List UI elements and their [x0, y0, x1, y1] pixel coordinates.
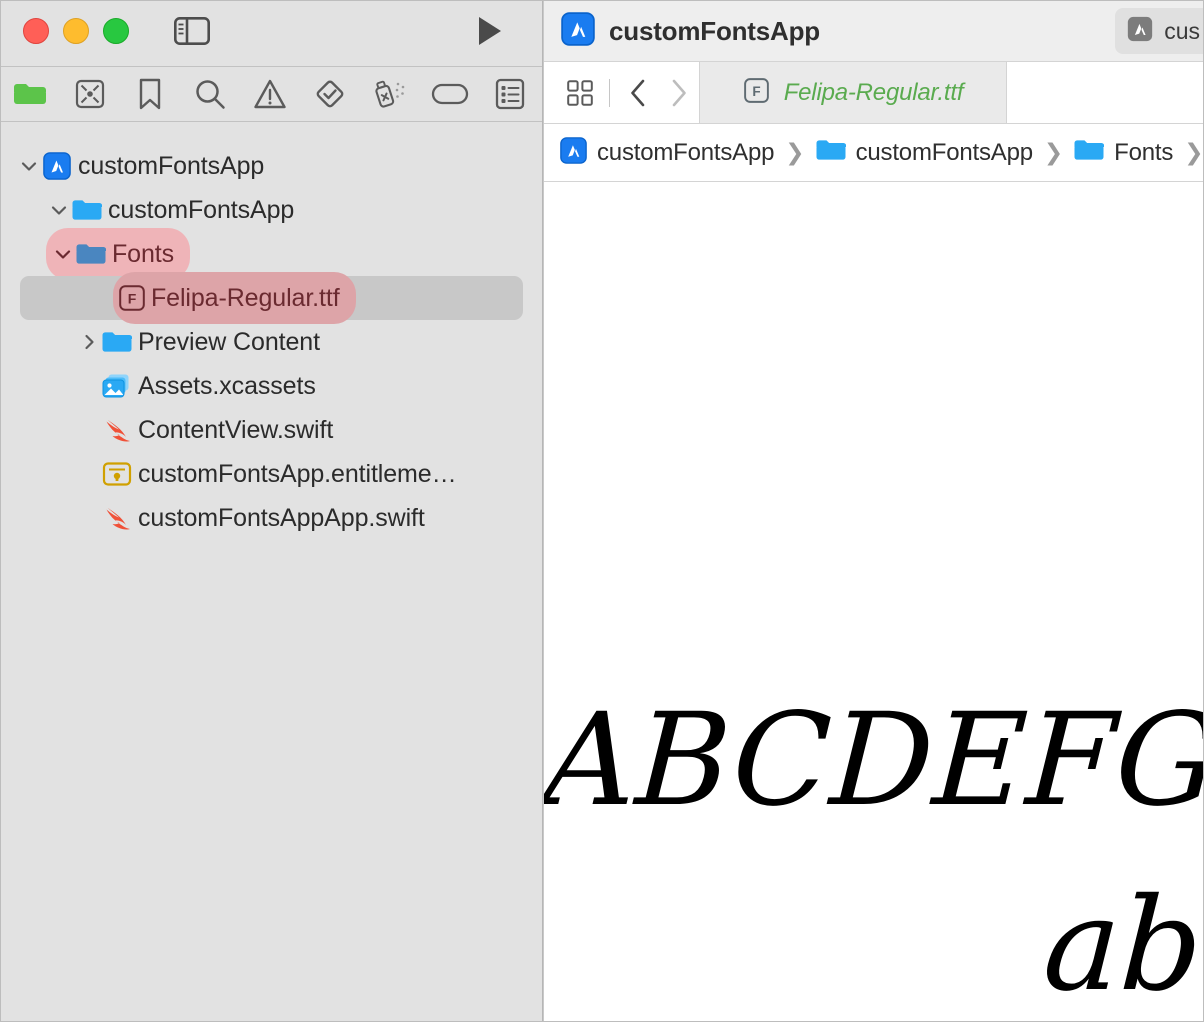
font-file-icon: F [117, 276, 147, 320]
tree-row-fonts-folder[interactable]: Fonts [0, 228, 542, 280]
xcode-window: customFontsApp customFontsApp Fonts F Fe… [0, 0, 1204, 1022]
entitlements-icon [102, 452, 132, 496]
breadcrumb-item-group[interactable]: customFontsApp [816, 138, 1033, 167]
breadcrumb: customFontsApp ❯ customFontsApp ❯ Fonts … [544, 124, 1204, 182]
sidebar-item-bookmark-navigator[interactable] [120, 67, 180, 122]
svg-text:F: F [752, 83, 760, 98]
page-title: customFontsApp [609, 16, 820, 46]
breadcrumb-label: customFontsApp [855, 138, 1033, 166]
xcode-project-icon [561, 12, 595, 51]
chevron-down-icon[interactable] [50, 232, 76, 276]
window-titlebar [0, 0, 542, 67]
xcode-project-icon [42, 144, 72, 188]
blue-folder-icon [1074, 138, 1105, 167]
tree-row-label: customFontsAppApp.swift [138, 503, 425, 532]
navigator-pane: customFontsApp customFontsApp Fonts F Fe… [0, 0, 543, 1022]
xcode-scheme-icon [1127, 16, 1153, 47]
tree-row-label: ContentView.swift [138, 415, 334, 444]
font-preview-canvas: ABCDEFGHIJ abcdefg [544, 182, 1204, 1022]
svg-text:F: F [128, 291, 137, 307]
multipane-grid-icon[interactable] [560, 62, 601, 123]
tree-row-customfontsappapp-swift[interactable]: customFontsAppApp.swift [0, 496, 542, 540]
chevron-down-icon[interactable] [46, 188, 72, 232]
scheme-name-label: cus [1164, 17, 1200, 44]
tree-row-label: customFontsApp [78, 151, 265, 180]
sidebar-item-source-control-navigator[interactable] [60, 67, 120, 122]
tree-row-label: customFontsApp.entitleme… [138, 459, 457, 488]
editor-titlebar: customFontsApp cus [544, 0, 1204, 62]
breadcrumb-label: Fonts [1114, 138, 1174, 166]
tab-felipa-regular-ttf[interactable]: F Felipa-Regular.ttf [699, 62, 1007, 123]
blue-folder-icon [72, 188, 102, 232]
chevron-right-icon[interactable] [658, 62, 699, 123]
assets-catalog-icon [102, 364, 132, 408]
chevron-down-icon[interactable] [16, 144, 42, 188]
breadcrumb-item-fonts[interactable]: Fonts [1074, 138, 1173, 167]
sidebar-item-test-navigator[interactable] [300, 67, 360, 122]
breadcrumb-separator: ❯ [1043, 139, 1064, 165]
no-disclosure-spacer [76, 452, 102, 496]
tree-row-entitlements[interactable]: customFontsApp.entitleme… [0, 452, 542, 496]
font-preview-uppercase: ABCDEFGHIJ [544, 686, 1204, 835]
breadcrumb-item-project[interactable]: customFontsApp [560, 136, 775, 169]
zoom-window-button[interactable] [103, 18, 129, 44]
sidebar-item-issue-navigator[interactable] [240, 67, 300, 122]
sidebar-toggle-icon[interactable] [172, 13, 212, 49]
close-window-button[interactable] [23, 18, 49, 44]
chevron-right-icon[interactable] [76, 320, 102, 364]
blue-folder-icon [102, 320, 132, 364]
tree-row-felipa-regular-ttf[interactable]: F Felipa-Regular.ttf [20, 272, 523, 324]
tree-row-project-root[interactable]: customFontsApp [0, 144, 542, 188]
tree-row-label: Assets.xcassets [138, 371, 316, 400]
sidebar-item-breakpoint-navigator[interactable] [420, 67, 480, 122]
tree-row-assets-xcassets[interactable]: Assets.xcassets [0, 364, 542, 408]
no-disclosure-spacer [76, 408, 102, 452]
swift-file-icon [102, 408, 132, 452]
breadcrumb-separator: ❯ [1184, 139, 1204, 165]
font-preview-lowercase: abcdefg [1040, 871, 1204, 1020]
breadcrumb-separator: ❯ [785, 139, 805, 165]
navigator-bottom-edge [0, 1000, 542, 1022]
tree-row-label: Preview Content [138, 327, 320, 356]
chevron-left-icon[interactable] [618, 62, 659, 123]
blue-folder-icon [76, 232, 106, 276]
tab-label: Felipa-Regular.ttf [783, 78, 964, 106]
tree-row-label: Felipa-Regular.ttf [151, 283, 340, 312]
sidebar-item-report-navigator[interactable] [480, 67, 540, 122]
sidebar-item-find-navigator[interactable] [180, 67, 240, 122]
tree-row-preview-content[interactable]: Preview Content [0, 320, 542, 364]
sidebar-item-project-navigator[interactable] [0, 67, 60, 122]
editor-pane: customFontsApp cus F Felipa-Regular.ttf … [544, 0, 1204, 1022]
run-play-icon[interactable] [470, 12, 510, 50]
editor-tab-bar: F Felipa-Regular.ttf [544, 62, 1204, 124]
editor-tab-controls [544, 62, 699, 123]
tree-row-group-customfontsapp[interactable]: customFontsApp [0, 188, 542, 232]
swift-file-icon [102, 496, 132, 540]
tree-row-contentview-swift[interactable]: ContentView.swift [0, 408, 542, 452]
felipa-highlight-pill[interactable]: F Felipa-Regular.ttf [113, 272, 356, 324]
navigator-selector-bar [0, 67, 542, 122]
tree-row-label: Fonts [112, 239, 175, 268]
tab-bar-empty-area [1007, 62, 1204, 123]
minimize-window-button[interactable] [63, 18, 89, 44]
no-disclosure-spacer [76, 496, 102, 540]
toolbar-divider [608, 78, 610, 107]
font-file-icon: F [743, 77, 770, 109]
project-navigator-tree[interactable]: customFontsApp customFontsApp Fonts F Fe… [0, 122, 542, 1000]
xcode-project-icon [560, 136, 587, 169]
scheme-selector-chip[interactable]: cus [1115, 8, 1204, 54]
no-disclosure-spacer [76, 364, 102, 408]
blue-folder-icon [816, 138, 846, 167]
tree-row-label: customFontsApp [108, 195, 295, 224]
app-identity: customFontsApp [561, 12, 820, 51]
breadcrumb-label: customFontsApp [597, 138, 775, 166]
sidebar-item-debug-navigator[interactable] [360, 67, 420, 122]
